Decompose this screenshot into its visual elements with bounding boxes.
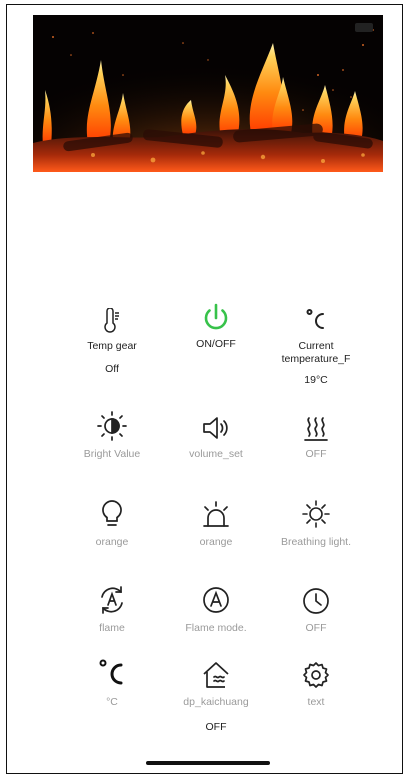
timer-label: OFF [305,622,327,634]
volume-set-label: volume_set [189,448,243,460]
breathing-light-label: Breathing light. [280,536,352,548]
thermometer-icon [60,300,164,334]
flame-label: flame [99,622,125,634]
dp-kaichuang-control[interactable]: dp_kaichuang OFF [164,656,268,733]
flame-mode-control[interactable]: Flame mode. [164,582,268,635]
dp-kaichuang-label: dp_kaichuang [183,696,249,708]
brightness-icon [60,408,164,442]
alarm-color-control[interactable]: orange [164,496,268,549]
heat-label: OFF [305,448,327,460]
flame-control[interactable]: flame [60,582,164,635]
lightbulb-icon [60,496,164,530]
temp-gear-label: Temp gear [87,340,137,352]
bulb-color-control[interactable]: orange [60,496,164,549]
power-icon [164,300,268,334]
clock-icon [264,582,368,616]
celsius-icon [264,300,368,334]
flame-mode-label: Flame mode. [185,622,247,634]
status-bar [33,15,383,41]
battery-icon [349,23,373,34]
dp-kaichuang-value: OFF [205,721,227,733]
power-control[interactable]: ON/OFF [164,300,268,351]
home-indicator[interactable] [146,761,270,765]
auto-mode-icon [164,582,268,616]
alarm-color-label: orange [199,536,233,548]
fireplace-flames-image [33,15,383,172]
gear-icon [264,656,368,690]
siren-icon [164,496,268,530]
volume-set-control[interactable]: volume_set [164,408,268,461]
heat-control[interactable]: OFF [264,408,368,461]
bright-value-label: Bright Value [83,448,141,460]
breathing-light-control[interactable]: Breathing light. [264,496,368,549]
text-label: text [307,696,325,708]
current-temperature-label: Current temperature_F [281,340,351,365]
temp-gear-value: Off [105,363,119,375]
bulb-color-label: orange [95,536,129,548]
current-temperature-control[interactable]: Current temperature_F 19°C [264,300,368,386]
text-control[interactable]: text [264,656,368,709]
auto-rotate-icon [60,582,164,616]
speaker-icon [164,408,268,442]
timer-control[interactable]: OFF [264,582,368,635]
celsius-large-icon [60,656,164,690]
celsius-unit-control[interactable]: °C [60,656,164,709]
temp-gear-control[interactable]: Temp gear Off [60,300,164,375]
house-window-icon [164,656,268,690]
current-temperature-value: 19°C [304,374,328,386]
heat-waves-icon [264,408,368,442]
power-label: ON/OFF [196,338,236,350]
celsius-unit-label: °C [106,696,118,708]
bright-value-control[interactable]: Bright Value [60,408,164,461]
sun-icon [264,496,368,530]
